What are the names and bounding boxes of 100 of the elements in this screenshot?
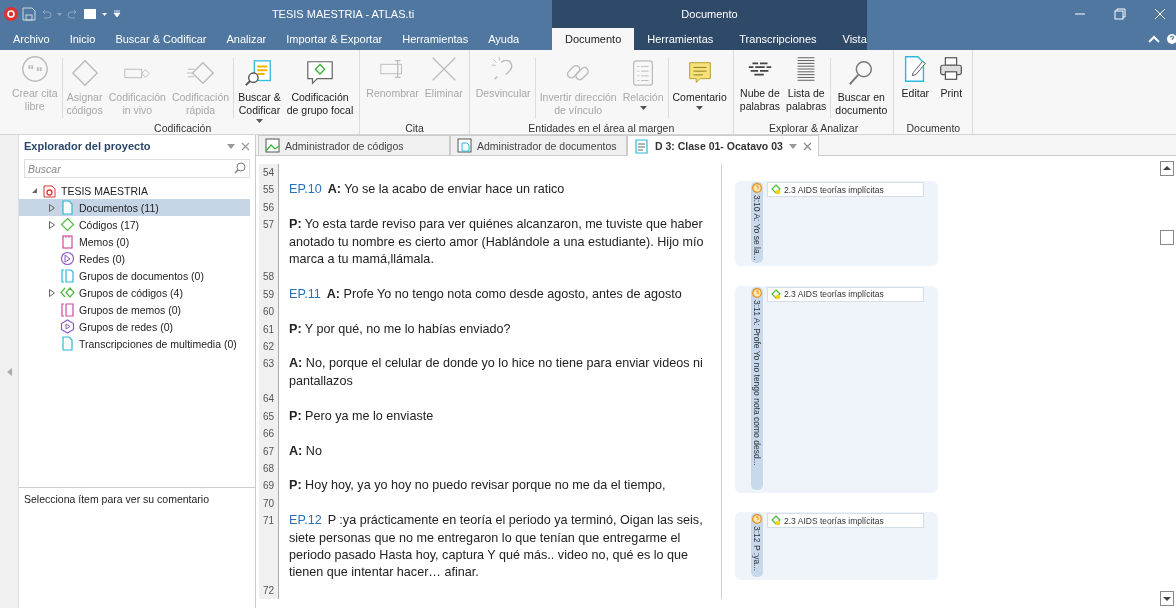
code-manager-icon <box>265 138 280 153</box>
code-tag[interactable]: 2.3 AIDS teorías implícitas <box>767 286 924 302</box>
tree-item[interactable]: Transcripciones de multimedia (0) <box>19 335 250 352</box>
document-manager-icon <box>457 138 472 153</box>
collapse-ribbon-icon[interactable] <box>1148 34 1160 44</box>
line-number: 66 <box>259 425 279 443</box>
quotation-label: 3:12 P :ya... <box>752 526 762 572</box>
square-button[interactable] <box>1160 230 1174 245</box>
document-tab[interactable]: Administrador de códigos <box>258 135 450 155</box>
paragraph-text: P: Hoy hoy, ya yo hoy no puedo revisar porque no me da el tiempo, <box>288 477 667 495</box>
dropdown-icon[interactable] <box>227 143 235 149</box>
collapsed-icon[interactable] <box>49 288 55 297</box>
document-icon <box>60 200 75 215</box>
quotation-icon <box>752 287 762 298</box>
document-group-icon <box>60 268 75 283</box>
document-tab[interactable]: Administrador de documentos <box>450 135 627 155</box>
code-icon <box>771 288 782 300</box>
tree-item[interactable]: Grupos de memos (0) <box>19 301 250 318</box>
tree-item[interactable]: Grupos de redes (0) <box>19 318 250 335</box>
paragraph-text: P: Yo esta tarde reviso para ver quiénes alcanzaron, me tuviste que haber anotado tu nombre es cierto amor (Hablándole a una estudiante). Hijo mío marca a tu mamá,llámala. <box>288 216 705 269</box>
code-tag[interactable]: 2.3 AIDS teorías implícitas <box>767 513 924 529</box>
ribbon-button[interactable]: Codificación de grupo focal <box>283 58 357 126</box>
menu-tab[interactable]: Herramientas <box>634 28 727 50</box>
paragraph-text: EP.11 A: Profe Yo no tengo nota como desde agosto, antes de agosto <box>288 285 683 303</box>
line-number: 58 <box>259 268 279 286</box>
line-number: 63 <box>259 355 279 391</box>
menu-tab[interactable]: Inicio <box>59 28 106 50</box>
code-group-icon <box>60 285 75 300</box>
tree-item[interactable]: Grupos de códigos (4) <box>19 284 250 301</box>
tree-item[interactable]: Redes (0) <box>19 250 250 267</box>
comment-hint: Selecciona ítem para ver su comentario <box>24 493 209 505</box>
ribbon-button[interactable]: Buscar & Codificar <box>235 58 284 126</box>
help-icon[interactable] <box>1166 33 1176 45</box>
menu-tab[interactable]: Archivo <box>3 28 60 50</box>
tree-item[interactable]: Códigos (17) <box>19 216 250 233</box>
restore-icon[interactable] <box>1114 8 1126 20</box>
close-icon[interactable] <box>802 141 812 151</box>
expand-panel-icon[interactable] <box>6 367 12 376</box>
menu-tab[interactable]: Buscar & Codificar <box>105 28 217 50</box>
quotation-icon <box>752 514 762 525</box>
search-field[interactable]: Buscar <box>24 159 250 178</box>
paragraph-text: EP.12 P :ya prácticamente en teoría el periodo ya terminó, Oigan las seis, siete personas que no me entregaron lo que tenían que entregarme el periodo pasado Hasta hoy, captura Y qué más.. video no, qué es lo que tienen que intentar hacer… afinar. <box>288 512 704 582</box>
app-logo-icon[interactable] <box>4 7 18 21</box>
tree-item[interactable]: Memos (0) <box>19 233 250 250</box>
menu-tab[interactable]: Herramientas <box>392 28 479 50</box>
panel-title: Explorador del proyecto <box>24 140 152 152</box>
quotation-label: 3:11 A: Profe Yo no tengo nota como desd... <box>752 299 762 466</box>
network-icon <box>60 251 75 266</box>
diamond-icon <box>60 217 75 232</box>
line-number: 69 <box>259 477 279 495</box>
quotation-bar[interactable]: 3:11 A: Profe Yo no tengo nota como desd... <box>751 286 763 490</box>
scroll-down-button[interactable] <box>1160 591 1174 606</box>
quotation-label: 3:10 A: Yo se la... <box>752 195 762 262</box>
quotation-card[interactable]: 3:10 A: Yo se la... 2.3 AIDS teorías implícitas <box>735 181 938 267</box>
code-icon <box>771 515 782 527</box>
group-label: Cita <box>404 122 425 134</box>
paragraph-text: EP.10 A: Yo se la acabo de enviar hace un ratico <box>288 181 566 199</box>
customize-icon[interactable] <box>112 8 122 20</box>
menu-tab[interactable]: Analizar <box>216 28 277 50</box>
scroll-up-button[interactable] <box>1160 161 1174 176</box>
quotation-bar[interactable]: 3:12 P :ya... <box>751 513 763 577</box>
line-number: 55 <box>259 181 279 199</box>
menu-tab[interactable]: Importar & Exportar <box>276 28 393 50</box>
window-title: TESIS MAESTRIA - ATLAS.ti <box>271 8 415 20</box>
ribbon-button[interactable]: Nube de palabras <box>736 54 784 122</box>
memo-icon <box>60 234 75 249</box>
dropdown-icon[interactable] <box>788 143 797 149</box>
ribbon-button[interactable]: Lista de palabras <box>783 54 830 122</box>
expanded-icon[interactable] <box>31 187 38 194</box>
paragraph-text: P: Pero ya me lo enviaste <box>288 407 435 425</box>
paragraph-text: A: No, porque el celular de donde yo lo hice no tiene para enviar videos ni pantallazos <box>288 355 704 390</box>
code-icon <box>771 184 782 196</box>
search-icon <box>234 162 246 174</box>
code-tag[interactable]: 2.3 AIDS teorías implícitas <box>767 182 924 198</box>
tree-item[interactable]: Documentos (11) <box>19 199 250 216</box>
quote-circle-icon <box>19 54 50 84</box>
quotation-card[interactable]: 3:12 P :ya... 2.3 AIDS teorías implícitas <box>735 512 938 580</box>
network-group-icon <box>60 319 75 334</box>
close-icon[interactable] <box>241 141 250 151</box>
menu-tab[interactable]: Ayuda <box>478 28 530 50</box>
line-number: 60 <box>259 303 279 321</box>
context-title: Documento <box>681 8 738 20</box>
line-number: 64 <box>259 390 279 408</box>
memo-group-icon <box>60 302 75 317</box>
save-icon[interactable] <box>22 7 36 21</box>
ribbon-button[interactable]: Print <box>933 54 970 122</box>
paragraph-text: P: Y por qué, no me lo habías enviado? <box>288 320 512 338</box>
group-label: Explorar & Analizar <box>767 122 860 134</box>
menu-tab[interactable]: Documento <box>552 28 635 50</box>
document-icon <box>634 138 649 154</box>
ribbon-button[interactable]: Editar <box>897 54 934 122</box>
line-number: 62 <box>259 338 279 356</box>
menu-tab[interactable]: Vista <box>829 28 880 50</box>
quotation-bar[interactable]: 3:10 A: Yo se la... <box>751 182 763 264</box>
window-icon[interactable] <box>83 7 97 21</box>
tree-item[interactable]: Grupos de documentos (0) <box>19 267 250 284</box>
quotation-card[interactable]: 3:11 A: Profe Yo no tengo nota como desd... 2.3 AIDS teorías implícitas <box>735 285 938 493</box>
document-tab[interactable]: D 3: Clase 01- Ocatavo 03 <box>627 135 819 156</box>
menu-tab[interactable]: Transcripciones <box>726 28 830 50</box>
tree-item[interactable]: TESIS MAESTRIA <box>19 182 250 199</box>
